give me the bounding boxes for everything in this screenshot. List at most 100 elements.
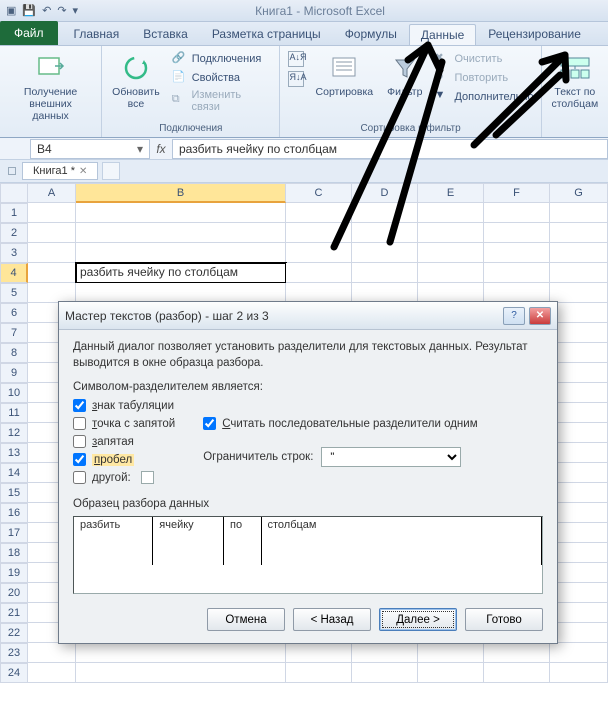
cell[interactable]: [28, 263, 76, 283]
clear-filter-button[interactable]: ✖Очистить: [434, 50, 533, 68]
delimiter-other-checkbox[interactable]: другой:: [73, 471, 175, 484]
cell[interactable]: [76, 283, 286, 303]
cell[interactable]: [550, 463, 608, 483]
col-header-A[interactable]: A: [28, 183, 76, 203]
row-header[interactable]: 8: [0, 343, 28, 363]
row-header[interactable]: 22: [0, 623, 28, 643]
dialog-titlebar[interactable]: Мастер текстов (разбор) - шаг 2 из 3 ? ✕: [59, 302, 557, 330]
row-header[interactable]: 21: [0, 603, 28, 623]
cell[interactable]: [484, 243, 550, 263]
cell[interactable]: [550, 443, 608, 463]
cell[interactable]: [76, 223, 286, 243]
cell[interactable]: [76, 203, 286, 223]
row-header[interactable]: 2: [0, 223, 28, 243]
sort-button[interactable]: Сортировка: [314, 50, 376, 100]
tab-page-layout[interactable]: Разметка страницы: [200, 23, 333, 45]
refresh-all-button[interactable]: Обновить все: [110, 50, 162, 112]
cell[interactable]: [550, 403, 608, 423]
close-workbook-icon[interactable]: ✕: [79, 166, 87, 177]
cell[interactable]: [352, 223, 418, 243]
row-header[interactable]: 14: [0, 463, 28, 483]
col-header-C[interactable]: C: [286, 183, 352, 203]
name-box[interactable]: B4▾: [30, 139, 150, 159]
cell[interactable]: [286, 243, 352, 263]
cell[interactable]: [352, 663, 418, 683]
row-header[interactable]: 4: [0, 263, 28, 283]
get-external-data-button[interactable]: Получение внешних данных: [8, 50, 93, 124]
dialog-help-button[interactable]: ?: [503, 307, 525, 325]
row-header[interactable]: 10: [0, 383, 28, 403]
cell[interactable]: [28, 203, 76, 223]
cell[interactable]: [76, 243, 286, 263]
row-header[interactable]: 7: [0, 323, 28, 343]
cancel-button[interactable]: Отмена: [207, 608, 285, 631]
fx-button[interactable]: fx: [150, 142, 172, 156]
cell[interactable]: [484, 663, 550, 683]
cell[interactable]: [352, 283, 418, 303]
row-header[interactable]: 24: [0, 663, 28, 683]
advanced-filter-button[interactable]: ▼Дополнительно: [434, 88, 533, 106]
cell[interactable]: [550, 263, 608, 283]
cell[interactable]: [550, 663, 608, 683]
row-header[interactable]: 11: [0, 403, 28, 423]
row-header[interactable]: 18: [0, 543, 28, 563]
col-header-D[interactable]: D: [352, 183, 418, 203]
cell[interactable]: [418, 643, 484, 663]
properties-button[interactable]: 📄Свойства: [172, 69, 272, 87]
cell[interactable]: [286, 663, 352, 683]
sort-az-button[interactable]: А↓Я: [288, 50, 304, 68]
cell[interactable]: [76, 663, 286, 683]
cell[interactable]: [550, 503, 608, 523]
filter-button[interactable]: Фильтр: [385, 50, 424, 100]
text-to-columns-button[interactable]: Текст по столбцам: [549, 50, 600, 112]
delimiter-other-input[interactable]: [141, 471, 154, 484]
dialog-close-button[interactable]: ✕: [529, 307, 551, 325]
finish-button[interactable]: Готово: [465, 608, 543, 631]
cell[interactable]: [550, 243, 608, 263]
select-all-cell[interactable]: [0, 183, 28, 203]
cell[interactable]: [550, 283, 608, 303]
cell[interactable]: [550, 623, 608, 643]
workbook-tab[interactable]: Книга1 * ✕: [22, 162, 98, 180]
qat-undo-icon[interactable]: ↶: [42, 4, 51, 17]
connections-button[interactable]: 🔗Подключения: [172, 50, 272, 68]
delimiter-semicolon-checkbox[interactable]: точка с запятой: [73, 417, 175, 430]
edit-links-button[interactable]: ⧉Изменить связи: [172, 88, 272, 114]
cell[interactable]: разбить ячейку по столбцам: [76, 263, 286, 283]
cell[interactable]: [28, 643, 76, 663]
cell[interactable]: [484, 263, 550, 283]
qat-redo-icon[interactable]: ↷: [57, 4, 66, 17]
next-button[interactable]: Далее >: [379, 608, 457, 631]
tab-formulas[interactable]: Формулы: [333, 23, 409, 45]
cell[interactable]: [550, 583, 608, 603]
row-header[interactable]: 19: [0, 563, 28, 583]
cell[interactable]: [286, 223, 352, 243]
col-header-F[interactable]: F: [484, 183, 550, 203]
col-header-E[interactable]: E: [418, 183, 484, 203]
cell[interactable]: [286, 203, 352, 223]
row-header[interactable]: 5: [0, 283, 28, 303]
qat-save-icon[interactable]: 💾: [22, 4, 36, 17]
cell[interactable]: [418, 283, 484, 303]
formula-input[interactable]: разбить ячейку по столбцам: [172, 139, 608, 159]
text-qualifier-select[interactable]: ": [321, 447, 461, 467]
cell[interactable]: [550, 323, 608, 343]
tab-review[interactable]: Рецензирование: [476, 23, 593, 45]
cell[interactable]: [550, 563, 608, 583]
row-header[interactable]: 13: [0, 443, 28, 463]
row-header[interactable]: 9: [0, 363, 28, 383]
row-header[interactable]: 12: [0, 423, 28, 443]
cell[interactable]: [484, 643, 550, 663]
cell[interactable]: [76, 643, 286, 663]
cell[interactable]: [286, 283, 352, 303]
cell[interactable]: [418, 663, 484, 683]
row-header[interactable]: 20: [0, 583, 28, 603]
tab-home[interactable]: Главная: [62, 23, 132, 45]
back-button[interactable]: < Назад: [293, 608, 371, 631]
cell[interactable]: [484, 203, 550, 223]
consecutive-delimiters-checkbox[interactable]: Считать последовательные разделители одн…: [203, 417, 477, 430]
cell[interactable]: [484, 223, 550, 243]
cell[interactable]: [550, 603, 608, 623]
cell[interactable]: [352, 243, 418, 263]
cell[interactable]: [418, 203, 484, 223]
